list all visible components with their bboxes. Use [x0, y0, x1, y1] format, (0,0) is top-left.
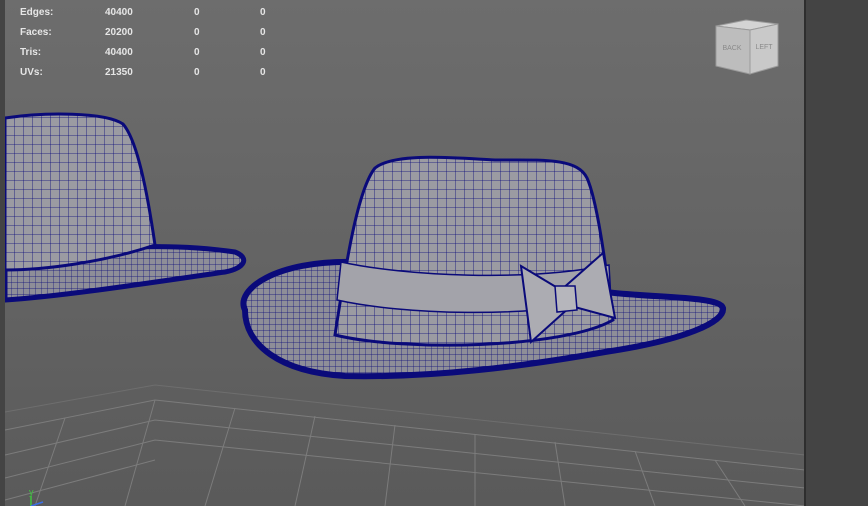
maya-window: Edges: 40400 0 0 Faces: 20200 0 0 Tris: … [0, 0, 868, 506]
right-side-panel [804, 0, 868, 506]
hud-value: 21350 [105, 67, 133, 78]
z-axis-line [30, 501, 44, 506]
hud-value: 0 [260, 27, 266, 38]
view-cube[interactable]: BACK LEFT [712, 18, 780, 76]
hud-value: 0 [194, 67, 200, 78]
hud-label: Edges: [20, 7, 54, 18]
hud-label: Faces: [20, 27, 52, 38]
3d-viewport[interactable]: Edges: 40400 0 0 Faces: 20200 0 0 Tris: … [5, 0, 804, 506]
hud-value: 40400 [105, 47, 133, 58]
hud-value: 0 [194, 47, 200, 58]
hud-value: 40400 [105, 7, 133, 18]
hat-mesh-right[interactable] [240, 155, 726, 380]
hud-label: Tris: [20, 47, 42, 58]
y-axis-label: y [29, 487, 34, 497]
hud-label: UVs: [20, 67, 43, 78]
hud-value: 20200 [105, 27, 133, 38]
hud-value: 0 [260, 7, 266, 18]
view-cube-back-label: BACK [722, 45, 741, 52]
hud-value: 0 [194, 7, 200, 18]
view-cube-left-label: LEFT [755, 44, 773, 51]
hat-mesh-left[interactable] [5, 112, 247, 303]
axis-gizmo: y [29, 487, 44, 506]
hud-value: 0 [260, 67, 266, 78]
ground-grid [5, 384, 804, 506]
hud-value: 0 [260, 47, 266, 58]
hud-value: 0 [194, 27, 200, 38]
